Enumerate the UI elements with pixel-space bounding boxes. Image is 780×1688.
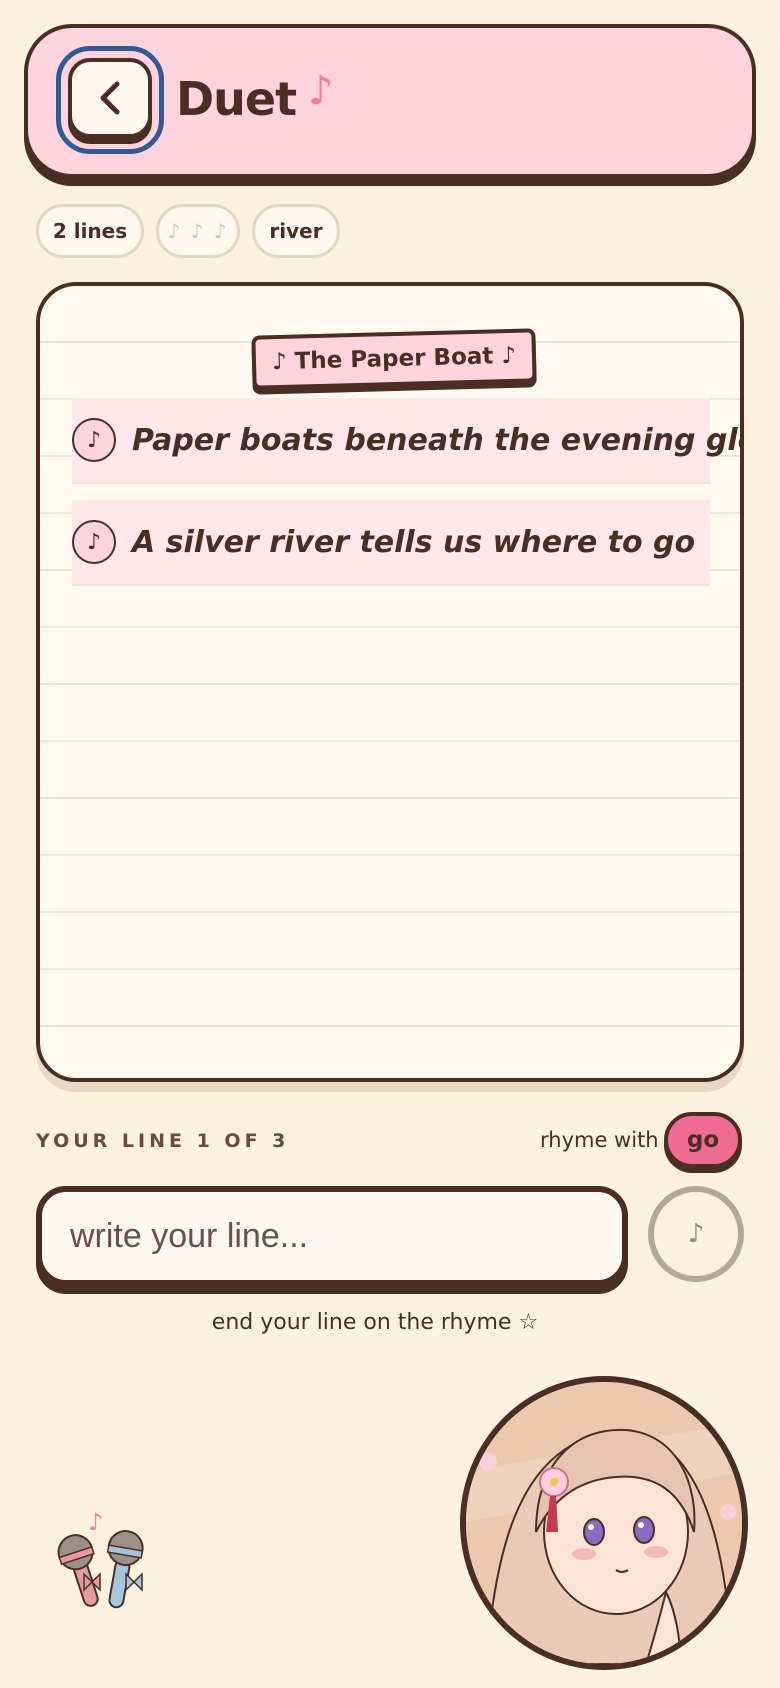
lyric-text: A silver river tells us where to go bbox=[132, 524, 696, 560]
lyric-paper: ♪ The Paper Boat ♪ ♪ Paper boats beneath… bbox=[36, 282, 744, 1082]
line-progress: YOUR LINE 1 OF 3 bbox=[36, 1130, 290, 1152]
header-bar: Duet ♪ bbox=[24, 24, 756, 178]
music-note-icon: ♪ bbox=[72, 520, 116, 564]
lyric-line: ♪ A silver river tells us where to go bbox=[72, 500, 710, 586]
page-title: Duet bbox=[176, 72, 297, 126]
lyric-text: Paper boats beneath the evening glow bbox=[132, 422, 744, 458]
avatar-illustration bbox=[466, 1382, 742, 1664]
chip-line-count: 2 lines bbox=[36, 204, 144, 258]
line-input[interactable] bbox=[36, 1186, 628, 1286]
chip-rhyme-word: river bbox=[252, 204, 340, 258]
rhyme-with-label: rhyme with bbox=[540, 1128, 659, 1152]
microphones-icon: ♪ bbox=[57, 1508, 144, 1609]
song-title: ♪ The Paper Boat ♪ bbox=[251, 328, 537, 390]
screen: Duet ♪ 2 lines ♪ ♪ ♪ river ♪ The Paper B… bbox=[0, 0, 780, 1688]
character-avatar bbox=[460, 1376, 748, 1670]
music-note-icon: ♪ bbox=[72, 418, 116, 462]
rhyme-hint: end your line on the rhyme ☆ bbox=[211, 1310, 539, 1335]
chevron-left-icon bbox=[100, 81, 120, 115]
back-button[interactable] bbox=[68, 58, 152, 138]
rhyme-target-badge[interactable]: go bbox=[664, 1112, 742, 1168]
music-note-icon: ♪ bbox=[687, 1219, 705, 1249]
svg-text:♪: ♪ bbox=[88, 1508, 103, 1536]
music-note-icon: ♪ bbox=[308, 68, 334, 114]
lyric-line: ♪ Paper boats beneath the evening glow bbox=[72, 398, 740, 484]
submit-note-button[interactable]: ♪ bbox=[648, 1186, 744, 1282]
chip-notes: ♪ ♪ ♪ bbox=[156, 204, 240, 258]
